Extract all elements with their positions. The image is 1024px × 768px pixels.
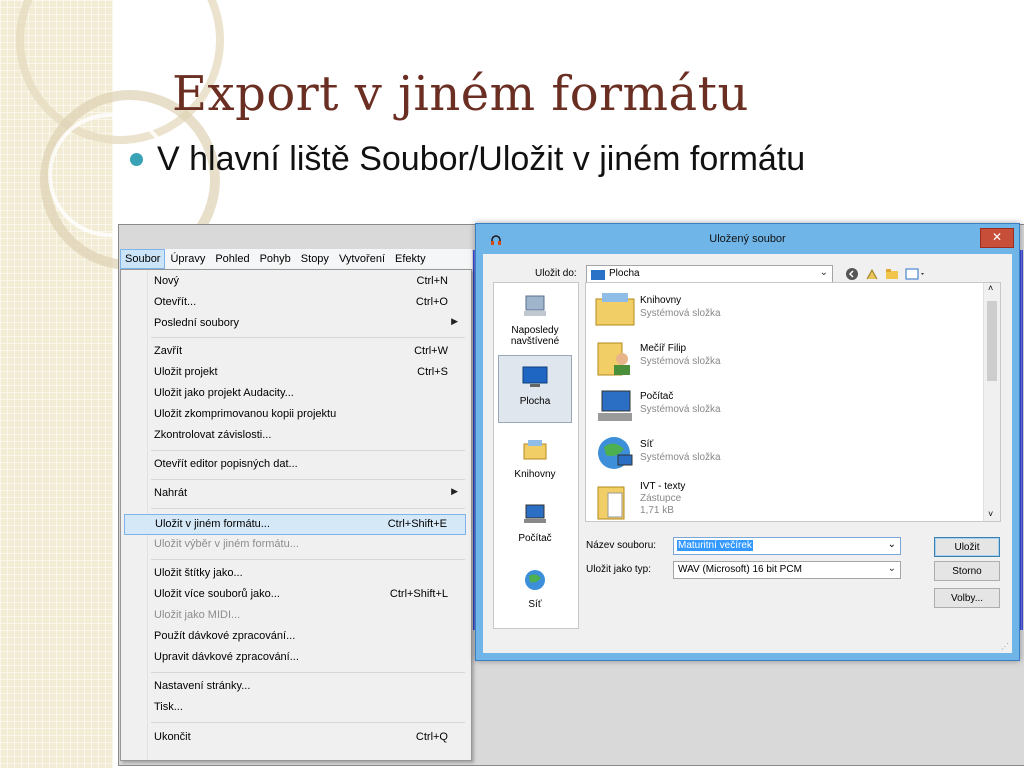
slide-title: Export v jiném formátu xyxy=(172,66,749,122)
submenu-arrow-icon: ▶ xyxy=(451,316,458,326)
menu-item-check-dependencies[interactable]: Zkontrolovat závislosti... xyxy=(124,426,466,446)
menu-bar: Soubor Úpravy Pohled Pohyb Stopy Vytvoře… xyxy=(120,249,472,270)
menu-stopy[interactable]: Stopy xyxy=(296,249,334,269)
dialog-toolbar xyxy=(845,267,927,281)
submenu-arrow-icon: ▶ xyxy=(451,486,458,496)
menu-item-export-labels[interactable]: Uložit štítky jako... xyxy=(124,564,466,584)
menu-separator xyxy=(151,559,465,560)
list-item[interactable]: Síť Systémová složka xyxy=(590,431,980,477)
list-item[interactable]: Počítač Systémová složka xyxy=(590,383,980,429)
dialog-body: Uložit do: Plocha ⌄ Naposledy navštívené… xyxy=(483,254,1012,653)
scroll-down-icon[interactable]: ˅ xyxy=(988,509,993,519)
save-dialog: Uložený soubor ✕ Uložit do: Plocha ⌄ Nap… xyxy=(475,223,1020,661)
menu-item-page-setup[interactable]: Nastavení stránky... xyxy=(124,677,466,697)
menu-pohled[interactable]: Pohled xyxy=(210,249,254,269)
place-recent[interactable]: Naposledy navštívené xyxy=(498,289,572,347)
view-menu-icon[interactable] xyxy=(905,267,927,281)
list-item[interactable]: Mečíř Filip Systémová složka xyxy=(590,335,980,381)
desktop-icon xyxy=(591,270,605,280)
options-button[interactable]: Volby... xyxy=(934,588,1000,608)
resize-grip-icon[interactable]: ⋰ xyxy=(1001,642,1009,651)
file-menu: Nový Ctrl+N Otevřít... Ctrl+O Poslední sou… xyxy=(120,269,472,761)
menu-item-save-project-as[interactable]: Uložit jako projekt Audacity... xyxy=(124,384,466,404)
menu-item-import[interactable]: Nahrát ▶ xyxy=(124,484,466,504)
menu-item-open[interactable]: Otevřít... Ctrl+O xyxy=(124,293,466,313)
menu-pohyb[interactable]: Pohyb xyxy=(255,249,296,269)
places-bar: Naposledy navštívené Plocha Knihovny Poč… xyxy=(493,282,579,629)
scroll-up-icon[interactable]: ˄ xyxy=(988,283,993,293)
close-button[interactable]: ✕ xyxy=(980,228,1014,248)
place-desktop[interactable]: Plocha xyxy=(498,355,572,423)
place-libraries[interactable]: Knihovny xyxy=(498,433,572,480)
menu-item-export-selection[interactable]: Uložit výběr v jiném formátu... xyxy=(124,535,466,555)
menu-separator xyxy=(151,672,465,673)
user-folder-icon xyxy=(597,342,630,376)
place-network[interactable]: Síť xyxy=(498,563,572,610)
menu-item-print[interactable]: Tisk... xyxy=(124,698,466,718)
up-folder-icon[interactable] xyxy=(865,267,879,281)
vertical-scrollbar[interactable]: ˄ ˅ xyxy=(983,283,1000,521)
cancel-button[interactable]: Storno xyxy=(934,561,1000,581)
menu-item-metadata-editor[interactable]: Otevřít editor popisných dat... xyxy=(124,455,466,475)
filetype-label: Uložit jako typ: xyxy=(586,564,652,575)
bullet-point: V hlavní liště Soubor/Uložit v jiném for… xyxy=(130,140,805,179)
libraries-icon xyxy=(595,293,635,326)
menu-item-exit[interactable]: Ukončit Ctrl+Q xyxy=(124,728,466,748)
list-item[interactable]: Knihovny Systémová složka xyxy=(590,287,980,333)
menu-item-close[interactable]: Zavřít Ctrl+W xyxy=(124,342,466,362)
menu-item-export-midi[interactable]: Uložit jako MIDI... xyxy=(124,606,466,626)
menu-efekty[interactable]: Efekty xyxy=(390,249,431,269)
back-icon[interactable] xyxy=(845,267,859,281)
bullet-text: V hlavní liště Soubor/Uložit v jiném for… xyxy=(157,140,806,178)
scroll-thumb[interactable] xyxy=(987,301,997,381)
filetype-dropdown[interactable]: WAV (Microsoft) 16 bit PCM ⌄ xyxy=(673,561,901,579)
chevron-down-icon: ⌄ xyxy=(887,563,896,574)
place-computer[interactable]: Počítač xyxy=(498,497,572,544)
menu-item-save-project[interactable]: Uložit projekt Ctrl+S xyxy=(124,363,466,383)
file-list: Knihovny Systémová složka Mečíř Filip Sy… xyxy=(585,282,1001,522)
network-icon xyxy=(525,570,545,590)
desktop-icon xyxy=(522,366,548,387)
menu-item-edit-chains[interactable]: Upravit dávkové zpracování... xyxy=(124,648,466,668)
save-in-dropdown[interactable]: Plocha ⌄ xyxy=(586,265,833,283)
menu-item-recent-files[interactable]: Poslední soubory ▶ xyxy=(124,314,466,334)
filename-field[interactable]: Maturitní večírek ⌄ xyxy=(673,537,901,555)
dialog-titlebar[interactable]: Uložený soubor ✕ xyxy=(476,224,1019,254)
menu-separator xyxy=(151,479,465,480)
dialog-title: Uložený soubor xyxy=(709,233,786,245)
menu-separator xyxy=(151,508,465,509)
computer-icon xyxy=(524,504,546,523)
menu-item-export[interactable]: Uložit v jiném formátu... Ctrl+Shift+E xyxy=(124,514,466,535)
menu-item-new[interactable]: Nový Ctrl+N xyxy=(124,272,466,292)
network-icon xyxy=(598,437,633,469)
save-button[interactable]: Uložit xyxy=(934,537,1000,557)
menu-separator xyxy=(151,337,465,338)
menu-item-apply-chain[interactable]: Použít dávkové zpracování... xyxy=(124,627,466,647)
shortcut-folder-icon xyxy=(597,486,625,520)
menu-separator xyxy=(151,450,465,451)
list-item[interactable]: IVT - texty Zástupce 1,71 kB xyxy=(590,479,980,521)
recent-places-icon xyxy=(524,295,546,316)
computer-icon xyxy=(598,390,632,421)
new-folder-icon[interactable] xyxy=(885,267,899,281)
menu-item-save-compressed-copy[interactable]: Uložit zkomprimovanou kopii projektu xyxy=(124,405,466,425)
filename-label: Název souboru: xyxy=(586,540,657,551)
menu-soubor[interactable]: Soubor xyxy=(120,249,166,269)
libraries-icon xyxy=(523,440,547,460)
chevron-down-icon: ⌄ xyxy=(819,267,828,278)
menu-upravy[interactable]: Úpravy xyxy=(165,249,210,269)
menu-separator xyxy=(151,722,465,723)
bullet-dot-icon xyxy=(130,153,143,166)
menu-vytvoreni[interactable]: Vytvoření xyxy=(334,249,390,269)
menu-item-export-multiple[interactable]: Uložit více souborů jako... Ctrl+Shift+L xyxy=(124,585,466,605)
chevron-down-icon[interactable]: ⌄ xyxy=(888,539,896,550)
save-in-label: Uložit do: xyxy=(535,268,577,279)
